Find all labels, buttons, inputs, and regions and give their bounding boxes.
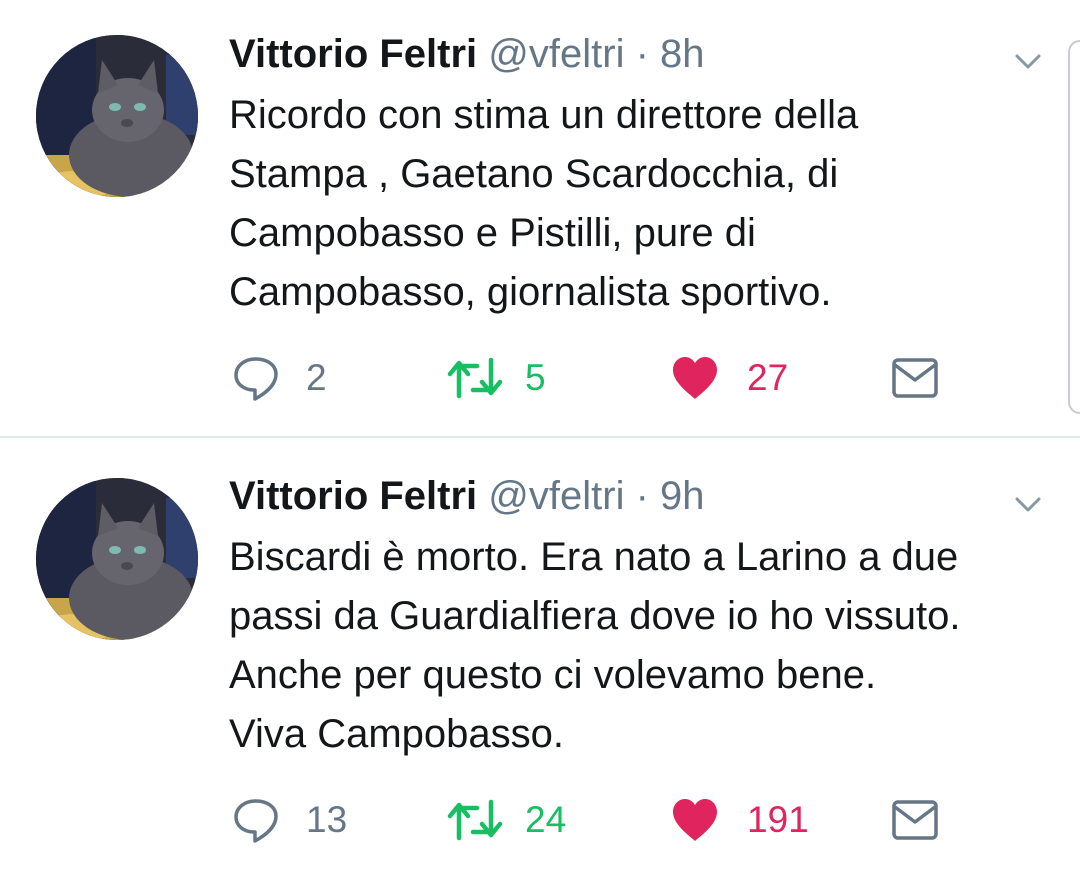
reply-count: 13: [306, 799, 348, 840]
tweet-actions: 2 5 27: [0, 353, 1080, 403]
retweet-icon: [447, 356, 503, 400]
tweet-text: Biscardi è morto. Era nato a Larino a du…: [229, 535, 961, 756]
chevron-down-icon[interactable]: [1012, 45, 1044, 77]
retweet-icon: [447, 798, 503, 842]
separator-dot: ·: [635, 474, 649, 518]
timestamp[interactable]: 8h: [660, 32, 705, 76]
like-count: 191: [747, 799, 809, 840]
cat-avatar-image: [36, 478, 198, 640]
envelope-icon: [891, 799, 939, 841]
chevron-down-icon[interactable]: [1012, 488, 1044, 520]
avatar[interactable]: [36, 35, 198, 197]
separator-dot: ·: [635, 32, 649, 76]
author-name[interactable]: Vittorio Feltri: [229, 32, 477, 76]
envelope-icon: [891, 357, 939, 399]
reply-button[interactable]: 13: [232, 795, 347, 845]
author-name[interactable]: Vittorio Feltri: [229, 474, 477, 518]
tweet-header: Vittorio Feltri @vfeltri · 9h: [229, 472, 705, 520]
reply-icon: [232, 796, 280, 844]
tweet-header: Vittorio Feltri @vfeltri · 8h: [229, 30, 705, 78]
heart-icon: [671, 356, 719, 400]
cat-avatar-image: [36, 35, 198, 197]
reply-button[interactable]: 2: [232, 353, 327, 403]
tweet[interactable]: Vittorio Feltri @vfeltri · 8h Ricordo co…: [0, 0, 1080, 437]
like-count: 27: [747, 357, 789, 398]
like-button[interactable]: 27: [671, 353, 788, 403]
author-handle[interactable]: @vfeltri: [488, 474, 624, 518]
retweet-button[interactable]: 5: [447, 353, 546, 403]
avatar[interactable]: [36, 478, 198, 640]
tweet-actions: 13 24 191: [0, 795, 1080, 845]
retweet-count: 24: [525, 799, 567, 840]
tweet[interactable]: Vittorio Feltri @vfeltri · 9h Biscardi è…: [0, 438, 1080, 870]
reply-count: 2: [306, 357, 327, 398]
direct-message-button[interactable]: [891, 353, 939, 403]
timestamp[interactable]: 9h: [660, 474, 705, 518]
author-handle[interactable]: @vfeltri: [488, 32, 624, 76]
tweet-text: Ricordo con stima un direttore della Sta…: [229, 93, 859, 314]
heart-icon: [671, 798, 719, 842]
retweet-button[interactable]: 24: [447, 795, 566, 845]
direct-message-button[interactable]: [891, 795, 939, 845]
retweet-count: 5: [525, 357, 546, 398]
reply-icon: [232, 354, 280, 402]
like-button[interactable]: 191: [671, 795, 809, 845]
